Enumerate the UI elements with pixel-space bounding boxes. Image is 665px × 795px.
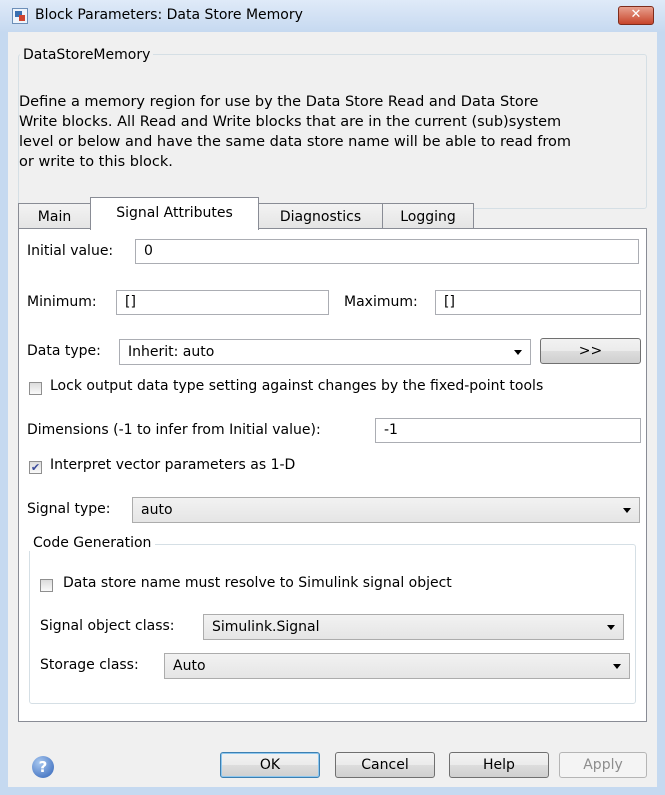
- tab-main[interactable]: Main: [18, 203, 91, 229]
- data-type-assistant-button[interactable]: >>: [540, 338, 641, 364]
- lock-output-checkbox[interactable]: [29, 382, 42, 395]
- initial-value-input[interactable]: 0: [135, 239, 639, 264]
- data-type-value: Inherit: auto: [128, 344, 215, 360]
- description-line: level or below and have the same data st…: [19, 134, 571, 150]
- ok-button[interactable]: OK: [220, 752, 320, 778]
- signal-object-class-select[interactable]: Simulink.Signal: [203, 614, 624, 640]
- interpret-vector-label: Interpret vector parameters as 1-D: [50, 457, 296, 473]
- close-button[interactable]: ✕: [618, 6, 654, 25]
- code-generation-legend: Code Generation: [29, 535, 156, 551]
- dimensions-input[interactable]: -1: [375, 418, 641, 443]
- lock-output-label: Lock output data type setting against ch…: [50, 378, 544, 394]
- tab-signal-attributes[interactable]: Signal Attributes: [90, 197, 259, 230]
- signal-type-select[interactable]: auto: [132, 497, 640, 523]
- dimensions-label: Dimensions (-1 to infer from Initial val…: [27, 422, 321, 438]
- dialog-window: Block Parameters: Data Store Memory ✕ Da…: [0, 0, 665, 795]
- maximum-label: Maximum:: [344, 294, 418, 310]
- description-line: or write to this block.: [19, 154, 173, 170]
- signal-type-label: Signal type:: [27, 501, 111, 517]
- maximum-input[interactable]: []: [435, 290, 641, 315]
- data-type-select[interactable]: Inherit: auto: [119, 339, 531, 365]
- chevron-down-icon: [607, 625, 615, 630]
- help-button[interactable]: Help: [449, 752, 549, 778]
- title-bar[interactable]: Block Parameters: Data Store Memory ✕: [0, 0, 665, 32]
- storage-class-label: Storage class:: [40, 657, 139, 673]
- chevron-down-icon: [514, 350, 522, 355]
- help-icon[interactable]: ?: [32, 756, 54, 778]
- block-parameters-icon: [12, 8, 28, 24]
- apply-button[interactable]: Apply: [559, 752, 647, 778]
- data-type-label: Data type:: [27, 343, 101, 359]
- minimum-label: Minimum:: [27, 294, 97, 310]
- dialog-client-area: DataStoreMemory Define a memory region f…: [8, 32, 657, 787]
- resolve-signal-object-label: Data store name must resolve to Simulink…: [63, 575, 452, 591]
- window-title: Block Parameters: Data Store Memory: [35, 7, 303, 23]
- tab-diagnostics[interactable]: Diagnostics: [258, 203, 383, 229]
- storage-class-value: Auto: [173, 658, 206, 674]
- chevron-down-icon: [613, 664, 621, 669]
- description-line: Define a memory region for use by the Da…: [19, 94, 539, 110]
- initial-value-label: Initial value:: [27, 243, 114, 259]
- chevron-down-icon: [623, 508, 631, 513]
- signal-type-value: auto: [141, 502, 173, 518]
- minimum-input[interactable]: []: [116, 290, 329, 315]
- cancel-button[interactable]: Cancel: [335, 752, 435, 778]
- description-legend: DataStoreMemory: [20, 47, 154, 63]
- description-line: Write blocks. All Read and Write blocks …: [19, 114, 562, 130]
- signal-object-class-value: Simulink.Signal: [212, 619, 320, 635]
- block-description: Define a memory region for use by the Da…: [19, 92, 639, 172]
- tab-logging[interactable]: Logging: [382, 203, 474, 229]
- storage-class-select[interactable]: Auto: [164, 653, 630, 679]
- interpret-vector-checkbox[interactable]: ✔: [29, 461, 42, 474]
- signal-attributes-panel: Initial value: 0 Minimum: [] Maximum: []…: [18, 228, 647, 722]
- resolve-signal-object-checkbox[interactable]: [40, 579, 53, 592]
- signal-object-class-label: Signal object class:: [40, 618, 175, 634]
